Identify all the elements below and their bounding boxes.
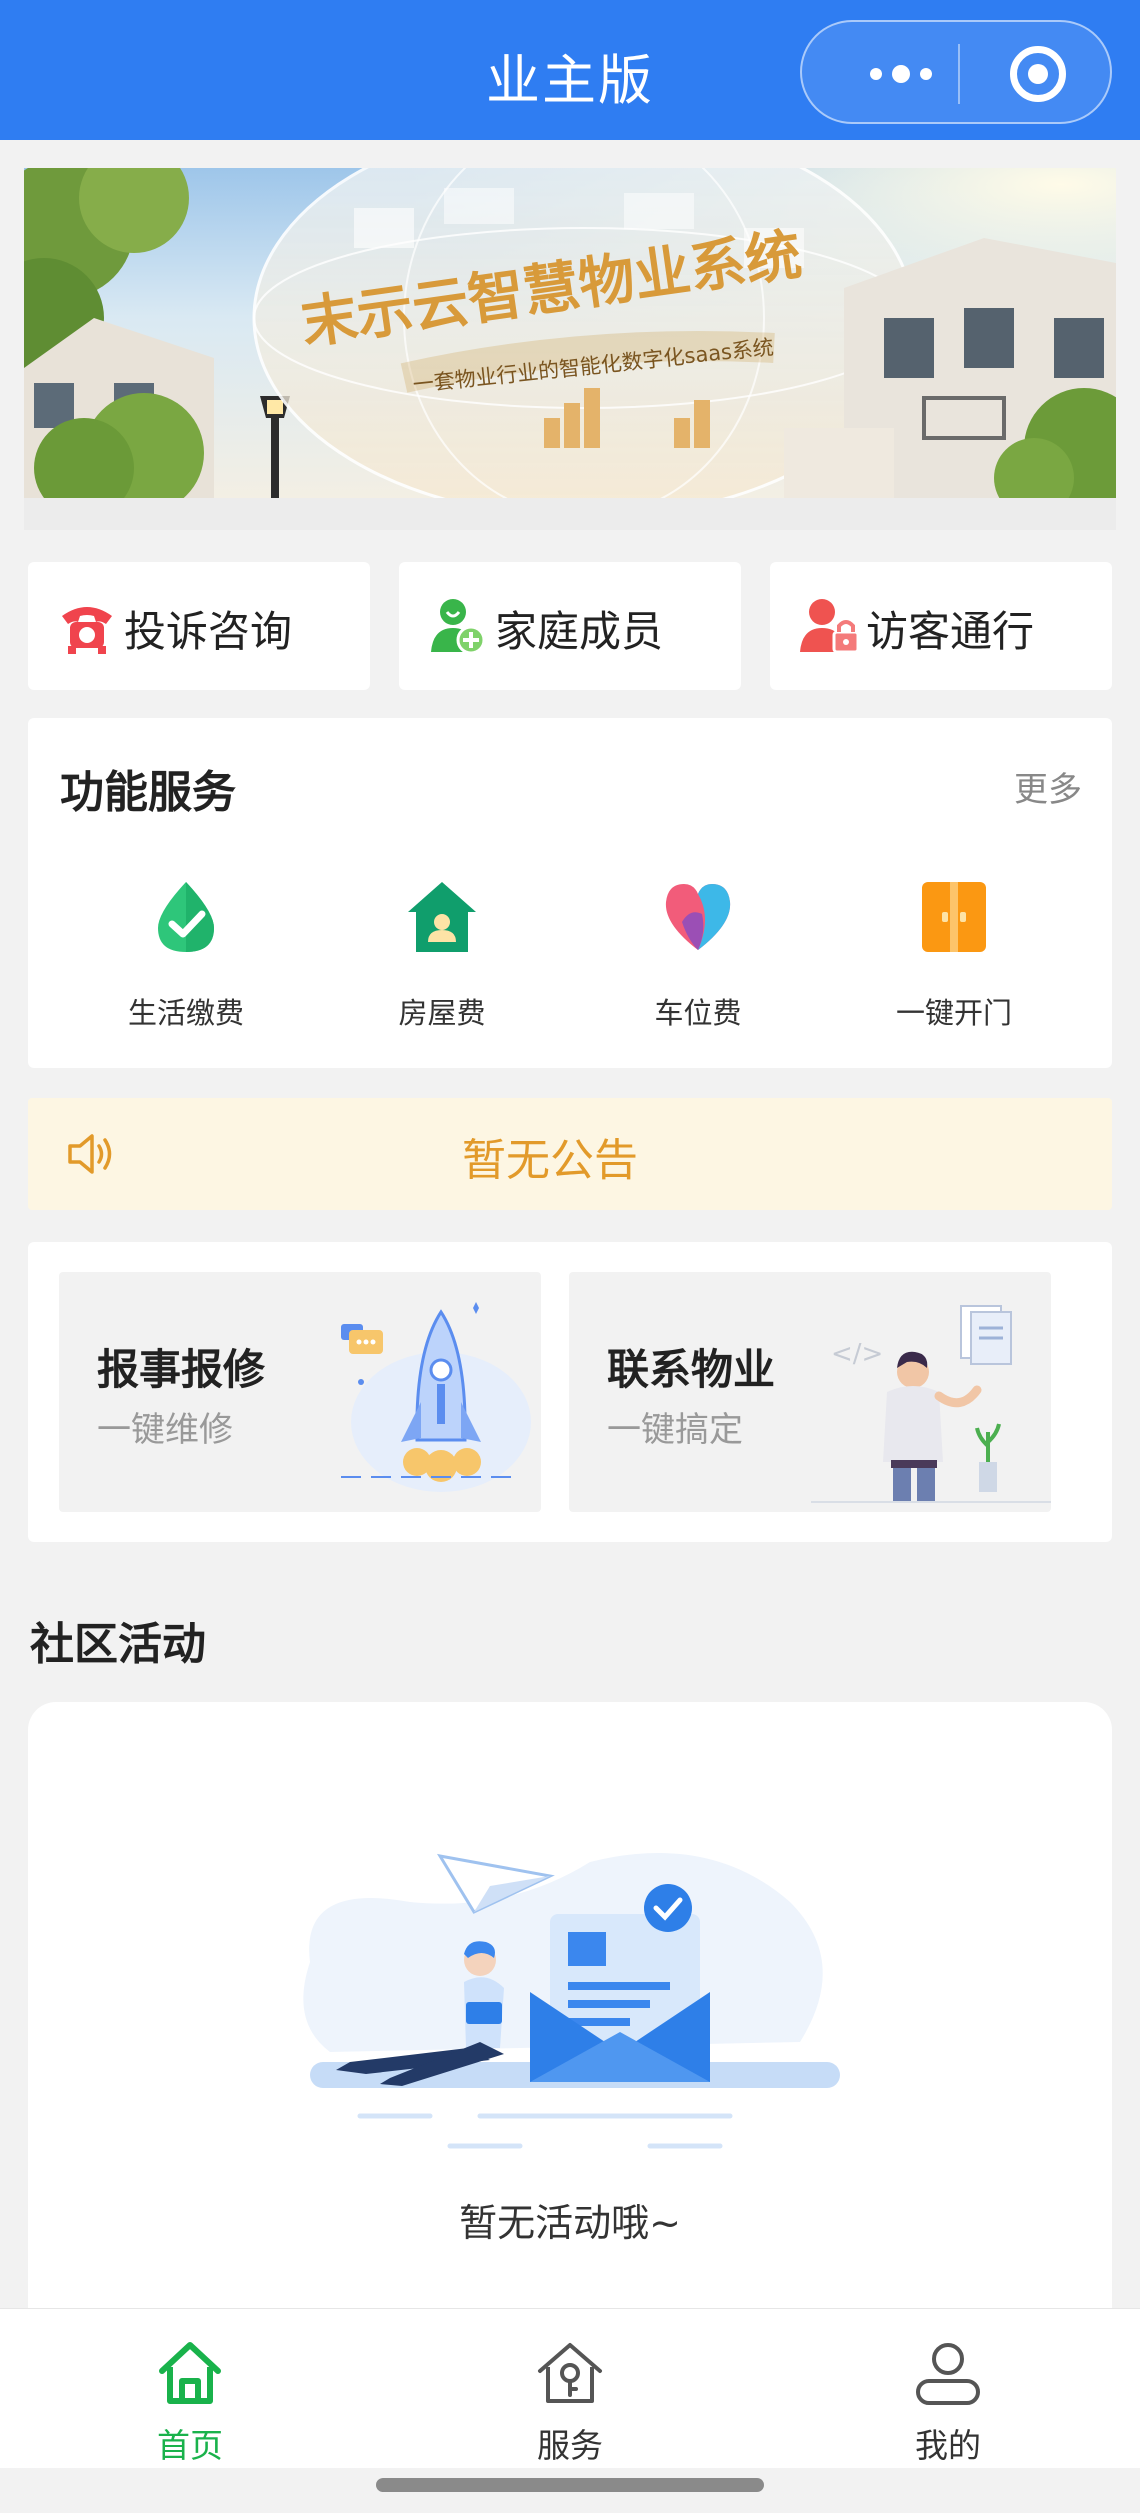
banner-carousel[interactable]: 末示云智慧物业系统 一套物业行业的智能化数字化saas系统 [24,168,1116,530]
tab-mine[interactable]: 我的 [848,2329,1048,2465]
notice-text: 暂无公告 [462,1135,638,1186]
tab-label: 首页 [157,2426,223,2465]
drop-check-icon [158,882,214,952]
contact-person-illustration: </> [811,1305,1051,1503]
tab-label: 服务 [537,2426,603,2465]
home-indicator [376,2478,764,2492]
quick-action-complaint[interactable]: 投诉咨询 [28,562,370,690]
card-subtitle: 一键搞定 [607,1410,743,1450]
tab-home[interactable]: 首页 [90,2329,290,2465]
quick-action-label: 访客通行 [866,607,1035,656]
mini-program-capsule [800,20,1112,124]
card-title: 联系物业 [607,1345,776,1394]
banner-illustration: 末示云智慧物业系统 一套物业行业的智能化数字化saas系统 [24,168,1116,498]
house-icon [408,882,476,952]
heart-icon [665,884,731,950]
repair-report-card[interactable]: 报事报修 一键维修 [59,1272,541,1512]
door-icon [922,882,986,952]
home-icon [159,2342,221,2404]
service-label: 车位费 [654,996,742,1030]
empty-activity-illustration [303,1853,840,2149]
banner-image[interactable]: 末示云智慧物业系统 一套物业行业的智能化数字化saas系统 [24,168,1116,498]
service-label: 房屋费 [398,996,486,1030]
visitor-lock-icon [800,599,860,654]
contact-property-card[interactable]: 联系物业 一键搞定 </> [569,1272,1051,1512]
service-property-fee[interactable]: 房屋费 [312,878,572,1038]
activity-section-title: 社区活动 [30,1619,206,1670]
services-title: 功能服务 [60,767,236,818]
family-member-icon [431,599,486,655]
service-label: 生活缴费 [127,996,244,1030]
rocket-illustration [341,1302,531,1492]
notice-bar[interactable]: 暂无公告 [28,1098,1112,1210]
quick-action-visitor[interactable]: 访客通行 [770,562,1112,690]
quick-action-family[interactable]: 家庭成员 [399,562,741,690]
services-more-link[interactable]: 更多 [1014,762,1082,811]
services-panel: 功能服务 更多 生活缴费 房屋费 车位费 一键开门 [28,718,1112,1068]
service-parking-fee[interactable]: 车位费 [568,878,828,1038]
empty-activity-text: 暂无活动哦~ [459,2201,681,2245]
tab-label: 我的 [915,2426,981,2465]
bottom-tab-bar: 首页 服务 我的 [0,2308,1140,2468]
card-subtitle: 一键维修 [97,1410,233,1450]
card-title: 报事报修 [97,1345,266,1394]
activity-panel: 暂无活动哦~ [28,1702,1112,2322]
phone-icon [62,607,112,654]
navbar: 业主版 [0,0,1140,140]
user-icon [916,2343,980,2405]
svg-text:</>: </> [831,1339,883,1369]
service-house-icon [538,2343,602,2403]
service-label: 一键开门 [895,996,1012,1030]
service-utility-payment[interactable]: 生活缴费 [56,878,316,1038]
tab-services[interactable]: 服务 [470,2329,670,2465]
quick-action-label: 投诉咨询 [124,607,293,656]
service-open-door[interactable]: 一键开门 [824,878,1084,1038]
quick-action-label: 家庭成员 [495,607,664,656]
capsule-divider [958,44,960,104]
close-mini-program-icon[interactable] [1010,46,1066,102]
more-menu-icon[interactable] [846,58,956,90]
